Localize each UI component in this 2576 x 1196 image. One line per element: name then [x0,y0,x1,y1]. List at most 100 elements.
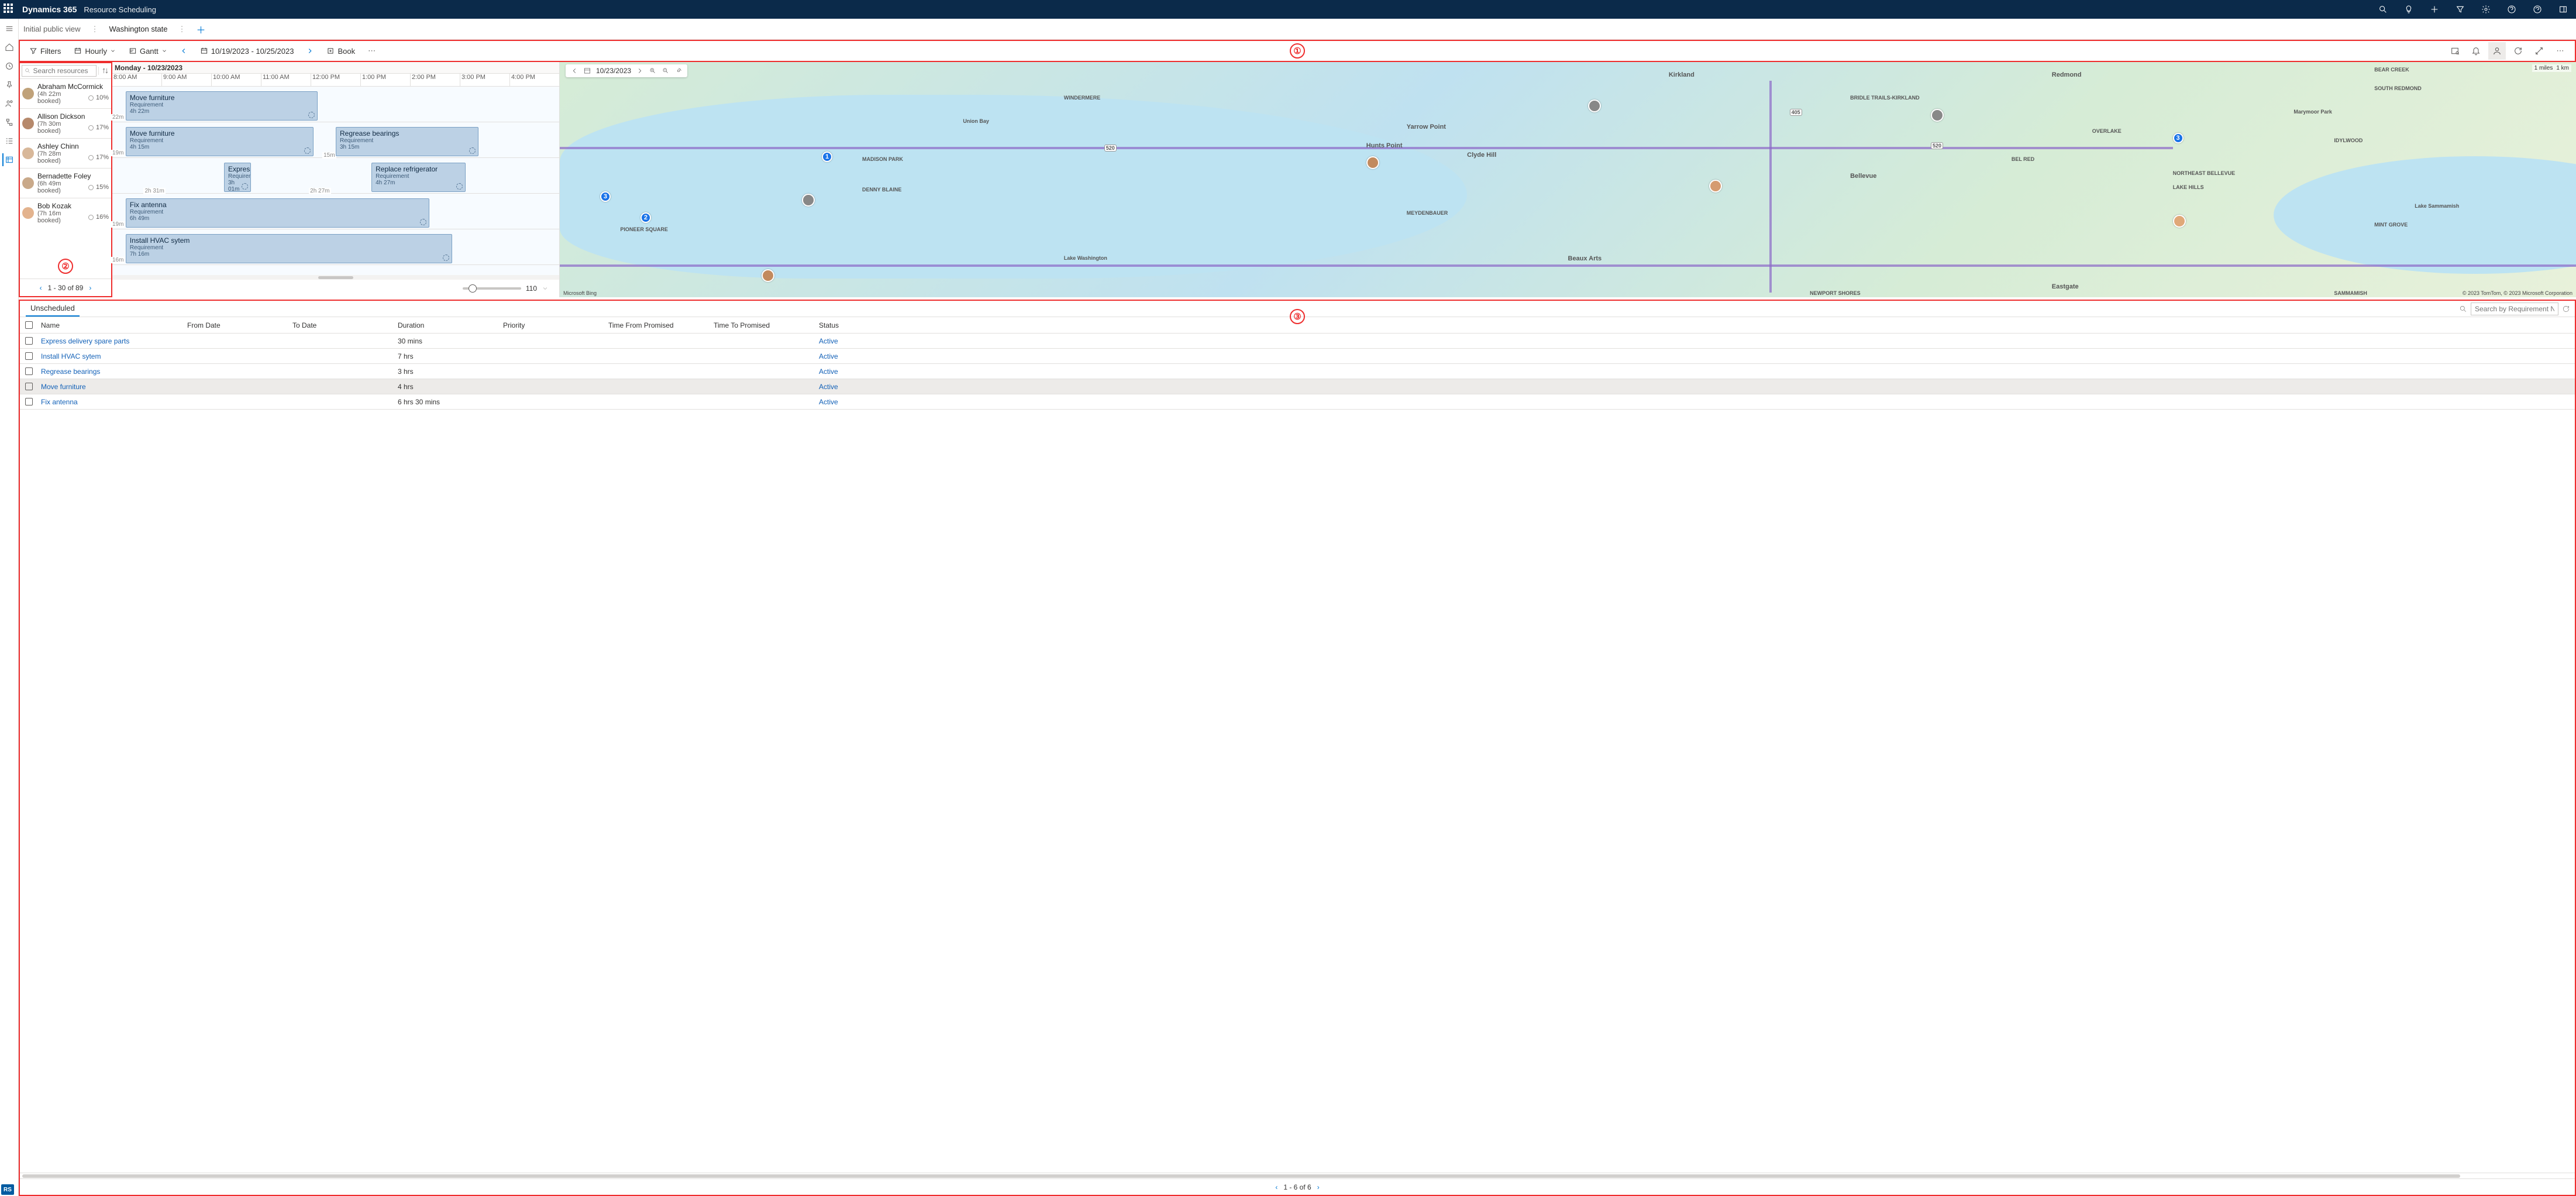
gantt-row[interactable]: 19m15mMove furnitureRequirement4h 15mReg… [112,122,559,158]
col-to[interactable]: To Date [289,321,394,329]
requirement-link[interactable]: Regrease bearings [37,367,184,376]
help-icon[interactable] [2502,0,2521,19]
tab-unscheduled[interactable]: Unscheduled [26,301,80,317]
map-resource-pin[interactable] [2173,215,2186,228]
add-icon[interactable] [2425,0,2444,19]
requirement-link[interactable]: Install HVAC sytem [37,352,184,360]
recent-icon[interactable] [3,60,16,73]
map-resource-pin[interactable] [802,194,815,207]
zoom-slider[interactable] [463,287,521,290]
col-priority[interactable]: Priority [500,321,605,329]
booking-block[interactable]: ExpressRequirem3h 01m [224,163,251,192]
expand-icon[interactable] [2530,42,2548,60]
resource-row[interactable]: Bernadette Foley (6h 49m booked)15% [20,168,111,198]
map-resource-pin[interactable] [1709,180,1722,193]
gantt-scrollbar[interactable] [112,275,559,280]
site-map-switcher[interactable]: RS [1,1184,14,1195]
col-time-to-promised[interactable]: Time To Promised [710,321,815,329]
map-panel[interactable]: 10/23/2023 1 miles1 km KirklandRedmondBE… [559,62,2576,297]
row-checkbox[interactable] [25,367,33,375]
map-resource-pin[interactable] [762,269,774,282]
row-checkbox[interactable] [25,398,33,405]
table-row[interactable]: Regrease bearings 3 hrs Active [20,364,2575,379]
assist-icon[interactable] [2528,0,2547,19]
next-week-button[interactable] [303,44,317,58]
prev-week-button[interactable] [177,44,191,58]
booking-block[interactable]: Fix antennaRequirement6h 49m [126,198,430,228]
map-pin-3[interactable]: 3 [600,191,611,202]
refresh-icon[interactable] [2509,42,2527,60]
search-icon[interactable] [2374,0,2392,19]
pager-prev[interactable]: ‹ [40,284,42,292]
lightbulb-icon[interactable] [2399,0,2418,19]
table-row[interactable]: Install HVAC sytem 7 hrs Active [20,349,2575,364]
gantt-row[interactable]: 16mInstall HVAC sytemRequirement7h 16m [112,229,559,265]
people-icon[interactable] [3,97,16,110]
hourly-button[interactable]: Hourly [70,45,119,57]
requirement-link[interactable]: Move furniture [37,383,184,391]
booking-block[interactable]: Replace refrigeratorRequirement4h 27m [371,163,465,192]
resource-row[interactable]: Abraham McCormick (4h 22m booked)10% [20,79,111,108]
booking-block[interactable]: Move furnitureRequirement4h 22m [126,91,318,121]
status-link[interactable]: Active [815,367,886,376]
list-icon[interactable] [3,135,16,147]
sort-button[interactable] [98,67,111,75]
map-resource-pin[interactable] [1588,99,1601,112]
booking-block[interactable]: Move furnitureRequirement4h 15m [126,127,314,156]
gantt-row[interactable]: 22mMove furnitureRequirement4h 22m [112,87,559,122]
home-icon[interactable] [3,41,16,54]
col-duration[interactable]: Duration [394,321,500,329]
resource-row[interactable]: Bob Kozak (7h 16m booked)16% [20,198,111,228]
row-checkbox[interactable] [25,352,33,360]
requirement-link[interactable]: Express delivery spare parts [37,337,184,345]
col-from[interactable]: From Date [184,321,289,329]
date-range-button[interactable]: 10/19/2023 - 10/25/2023 [197,45,298,57]
board-name[interactable]: Washington state [109,25,168,33]
status-link[interactable]: Active [815,383,886,391]
pane-icon[interactable] [2554,0,2572,19]
pager-next[interactable]: › [1317,1183,1320,1191]
row-checkbox[interactable] [25,337,33,345]
table-row[interactable]: Fix antenna 6 hrs 30 mins Active [20,394,2575,410]
schedule-assist-icon[interactable] [2446,42,2464,60]
requirement-link[interactable]: Fix antenna [37,398,184,406]
add-tab-button[interactable]: ＋ [197,22,206,36]
refresh-icon[interactable] [2562,305,2570,313]
booking-block[interactable]: Install HVAC sytemRequirement7h 16m [126,234,452,263]
schedule-board-icon[interactable] [2,153,15,166]
map-pin-1[interactable]: 1 [822,152,832,162]
status-link[interactable]: Active [815,352,886,360]
map-resource-pin[interactable] [1366,156,1379,169]
gantt-row[interactable]: 2h 31m2h 27mExpressRequirem3h 01mReplace… [112,158,559,194]
resource-row[interactable]: Ashley Chinn (7h 28m booked)17% [20,138,111,168]
pager-next[interactable]: › [89,284,91,292]
grid-scrollbar[interactable] [20,1173,2575,1178]
table-row[interactable]: Express delivery spare parts 30 mins Act… [20,334,2575,349]
pager-prev[interactable]: ‹ [1275,1183,1277,1191]
search-icon[interactable] [2459,305,2467,313]
row-checkbox[interactable] [25,383,33,390]
filter-icon[interactable] [2451,0,2470,19]
book-button[interactable]: Book [323,45,359,57]
map-resource-pin[interactable] [1931,109,1944,122]
col-name[interactable]: Name [37,321,184,329]
pinned-icon[interactable] [3,78,16,91]
resource-search[interactable] [22,65,97,77]
map-pin-3b[interactable]: 3 [2173,133,2184,143]
status-link[interactable]: Active [815,337,886,345]
map-date-control[interactable]: 10/23/2023 [566,64,687,77]
bell-icon[interactable] [2467,42,2485,60]
overflow-icon[interactable]: ⋯ [2551,42,2569,60]
app-launcher-icon[interactable] [4,4,15,15]
table-row[interactable]: Move furniture 4 hrs Active [20,379,2575,394]
resource-search-input[interactable] [33,67,94,75]
status-link[interactable]: Active [815,398,886,406]
booking-block[interactable]: Regrease bearingsRequirement3h 15m [336,127,478,156]
org-icon[interactable] [3,116,16,129]
filters-button[interactable]: Filters [26,45,64,57]
requirement-search-input[interactable] [2471,303,2558,315]
gantt-row[interactable]: 19mFix antennaRequirement6h 49m [112,194,559,229]
gantt-button[interactable]: Gantt [125,45,171,57]
col-time-from-promised[interactable]: Time From Promised [605,321,710,329]
person-icon[interactable] [2488,42,2506,60]
